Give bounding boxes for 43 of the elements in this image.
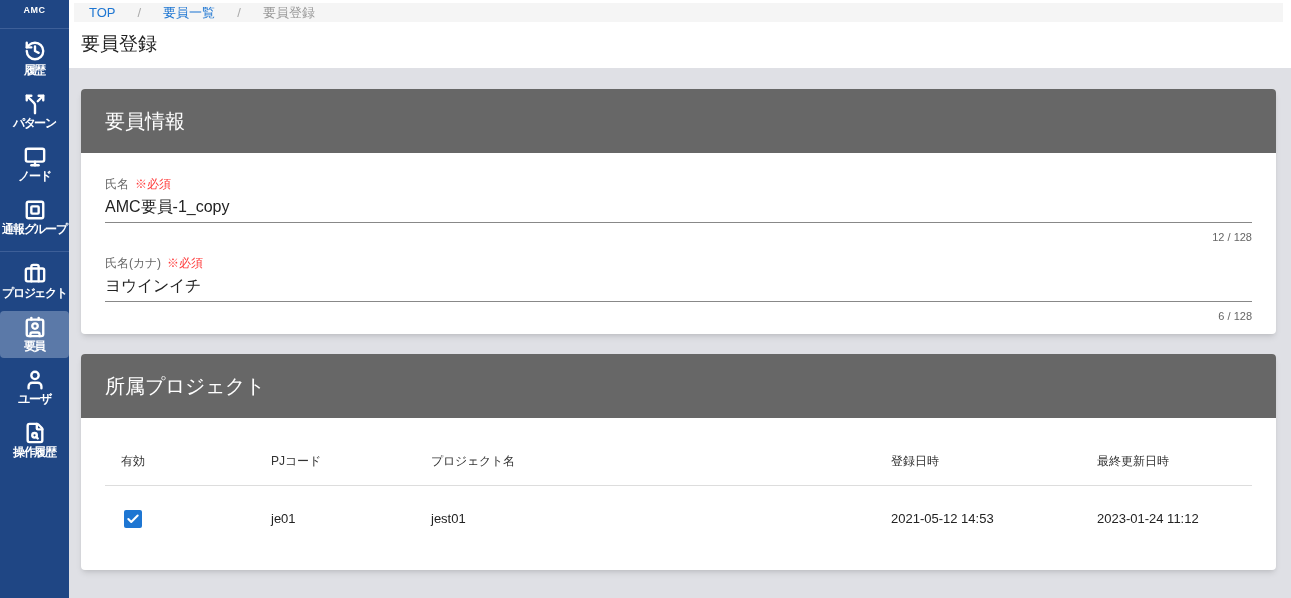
monitor-icon <box>23 145 46 168</box>
text-field[interactable]: AMC要員-1_copy <box>105 193 1252 223</box>
character-counter: 6 / 128 <box>1218 308 1252 324</box>
checkbox[interactable] <box>124 510 142 528</box>
contact-card-icon <box>23 315 46 338</box>
card-title: 要員情報 <box>105 109 185 134</box>
column-header: 最終更新日時 <box>1097 453 1169 468</box>
sidebar-item[interactable]: ノード <box>0 140 69 188</box>
nested-squares-icon <box>23 198 46 221</box>
sidebar-item[interactable]: ユーザ <box>0 363 69 411</box>
column-header: PJコード <box>271 453 321 468</box>
sidebar-item[interactable]: 操作履歴 <box>0 416 69 464</box>
table-cell: jest01 <box>431 511 466 527</box>
field-label: 氏名 <box>105 176 129 193</box>
required-mark: ※必須 <box>135 176 171 193</box>
column-header: 有効 <box>121 453 145 468</box>
sidebar-item[interactable]: 要員 <box>0 310 69 358</box>
breadcrumb-link[interactable]: 要員一覧 <box>163 2 216 23</box>
table-cell: je01 <box>271 511 296 527</box>
table-cell: 2023-01-24 11:12 <box>1097 511 1199 527</box>
breadcrumb-current: 要員登録 <box>262 3 315 22</box>
breadcrumb-separator: / <box>137 3 142 22</box>
column-header: プロジェクト名 <box>431 453 515 468</box>
sidebar-item[interactable]: パターン <box>0 87 69 135</box>
required-mark: ※必須 <box>167 254 203 272</box>
page-title: 要員登録 <box>81 32 158 56</box>
logo: AMC <box>23 4 46 17</box>
sidebar-item[interactable]: プロジェクト <box>0 257 69 305</box>
table-cell: 2021-05-12 14:53 <box>891 511 994 527</box>
field-label: 氏名(カナ) <box>105 254 161 272</box>
breadcrumb-link[interactable]: TOP <box>89 2 116 23</box>
briefcase-icon <box>23 262 46 285</box>
sidebar-item[interactable]: 通報グループ <box>0 193 69 241</box>
column-header: 登録日時 <box>891 453 939 468</box>
sidebar-item[interactable]: 履歴 <box>0 34 69 82</box>
text-field[interactable]: ヨウインイチ <box>105 271 1252 302</box>
check-icon <box>126 512 140 526</box>
character-counter: 12 / 128 <box>1212 230 1252 245</box>
breadcrumb-separator: / <box>237 3 241 22</box>
split-arrow-icon <box>23 92 46 115</box>
file-search-icon <box>23 421 46 444</box>
history-icon <box>23 39 46 62</box>
card-title: 所属プロジェクト <box>105 374 265 399</box>
